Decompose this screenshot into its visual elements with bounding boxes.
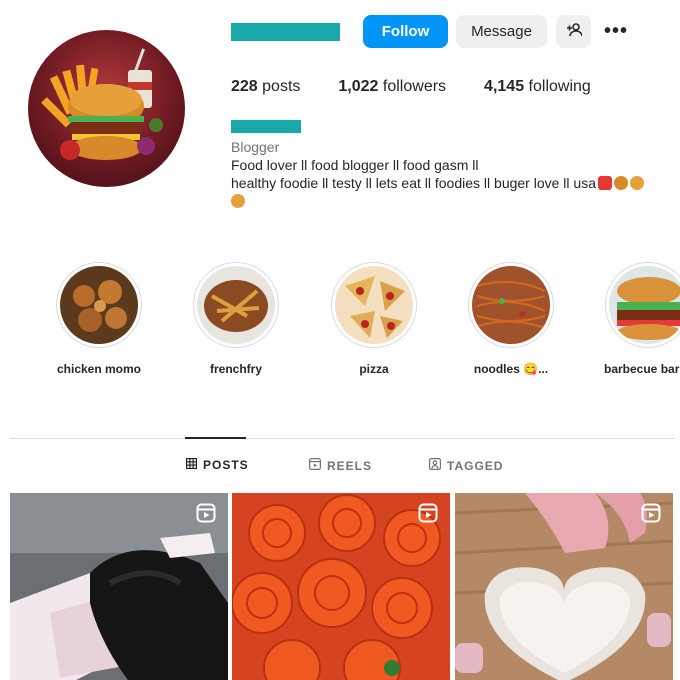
following-count[interactable]: 4,145 following bbox=[484, 78, 591, 96]
burger-emoji-icon bbox=[231, 194, 245, 208]
bio-line-3 bbox=[231, 192, 671, 210]
tab-posts[interactable]: POSTS bbox=[186, 458, 249, 472]
tagged-icon bbox=[429, 458, 442, 473]
more-options-button[interactable]: ••• bbox=[598, 15, 634, 48]
burger-emoji-icon bbox=[629, 176, 644, 190]
bio-line-2: healthy foodie ll testy ll lets eat ll f… bbox=[231, 174, 671, 192]
suggest-user-button[interactable] bbox=[556, 15, 591, 48]
message-button[interactable]: Message bbox=[456, 15, 547, 48]
highlight-label: frenchfry bbox=[209, 362, 262, 376]
followers-count[interactable]: 1,022 followers bbox=[338, 78, 446, 96]
posts-count: 228 posts bbox=[231, 78, 301, 95]
tab-tagged-label: TAGGED bbox=[447, 458, 504, 473]
highlight-cover bbox=[60, 266, 138, 344]
profile-avatar[interactable] bbox=[28, 30, 185, 187]
highlight-label: chicken momo bbox=[56, 362, 142, 376]
username-redacted bbox=[231, 23, 340, 41]
tabs-divider bbox=[10, 438, 675, 439]
post-thumbnail[interactable] bbox=[10, 493, 228, 680]
highlight-cover bbox=[197, 266, 275, 344]
reel-icon bbox=[196, 503, 216, 523]
highlight-cover bbox=[609, 266, 680, 344]
tab-reels[interactable]: REELS bbox=[309, 458, 372, 473]
fries-emoji-icon bbox=[597, 176, 612, 190]
add-user-icon bbox=[566, 22, 583, 41]
tab-tagged[interactable]: TAGGED bbox=[429, 458, 503, 473]
highlight-ring bbox=[56, 262, 142, 348]
highlight-item[interactable]: noodles 😋... bbox=[451, 262, 571, 376]
post-thumbnail[interactable] bbox=[232, 493, 450, 680]
highlight-item[interactable]: frenchfry bbox=[176, 262, 296, 376]
highlight-label: pizza bbox=[359, 362, 389, 376]
story-highlights: chicken momo frenchfry pizza noodles 😋..… bbox=[0, 262, 680, 382]
highlight-item[interactable]: pizza bbox=[314, 262, 434, 376]
tab-reels-label: REELS bbox=[327, 458, 373, 473]
profile-stats: 228 posts 1,022 followers 4,145 followin… bbox=[231, 78, 629, 96]
highlight-cover bbox=[335, 266, 413, 344]
follow-button[interactable]: Follow bbox=[363, 15, 448, 48]
highlight-item[interactable]: chicken momo bbox=[39, 262, 159, 376]
tab-posts-label: POSTS bbox=[203, 458, 249, 472]
profile-tabs: POSTS REELS TAGGED bbox=[0, 458, 680, 476]
highlight-ring bbox=[605, 262, 680, 348]
reel-icon bbox=[641, 503, 661, 523]
full-name-redacted bbox=[231, 120, 301, 133]
bio-line-1: Food lover ll food blogger ll food gasm … bbox=[231, 157, 479, 173]
highlight-cover bbox=[472, 266, 550, 344]
highlight-ring bbox=[193, 262, 279, 348]
profile-category: Blogger bbox=[231, 139, 280, 155]
highlight-ring bbox=[331, 262, 417, 348]
reels-icon bbox=[309, 458, 322, 473]
profile-bio: Food lover ll food blogger ll food gasm … bbox=[231, 156, 671, 210]
grid-icon bbox=[186, 458, 198, 472]
highlight-label: noodles 😋... bbox=[473, 362, 549, 376]
active-tab-indicator bbox=[185, 437, 246, 439]
highlight-item[interactable]: barbecue bar bbox=[588, 262, 680, 376]
post-thumbnail[interactable] bbox=[455, 493, 673, 680]
reel-icon bbox=[418, 503, 438, 523]
highlight-label: barbecue bar bbox=[604, 362, 680, 376]
burger-emoji-icon bbox=[613, 176, 628, 190]
highlight-ring bbox=[468, 262, 554, 348]
